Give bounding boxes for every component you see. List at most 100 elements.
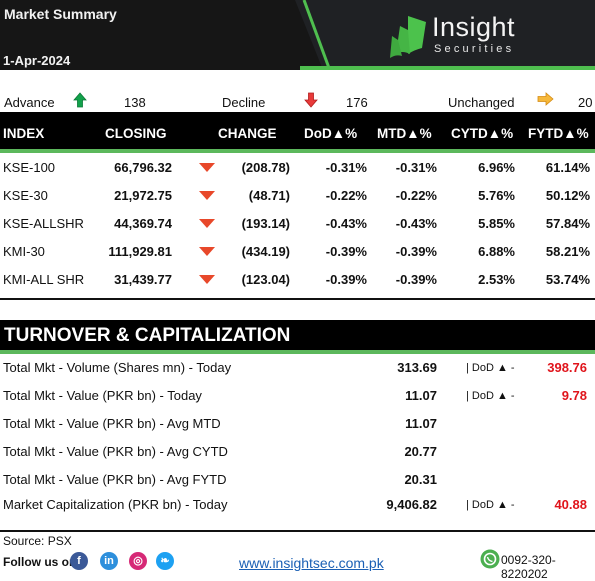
index-table-header: INDEX CLOSING CHANGE DoD▲% MTD▲% CYTD▲% … <box>0 112 595 149</box>
turnover-row: Total Mkt - Value (PKR bn) - Avg FYTD 20.… <box>0 469 595 491</box>
index-row: KSE-30 21,972.75 (48.71) -0.22% -0.22% 5.76% 5… <box>0 182 595 210</box>
closing-value: 111,929.81 <box>108 244 172 259</box>
header-accent-line <box>300 66 595 70</box>
dod-change-value: 9.78 <box>561 388 587 403</box>
advance-label: Advance <box>4 95 55 110</box>
brand-subtitle: Securities <box>434 43 515 55</box>
fytd-pct: 57.84% <box>545 216 590 231</box>
advance-value: 138 <box>124 95 146 110</box>
turnover-row: Total Mkt - Value (PKR bn) - Avg MTD 11.0… <box>0 413 595 435</box>
down-triangle-icon <box>199 163 215 172</box>
dod-pct: -0.22% <box>325 188 367 203</box>
dod-label: | DoD ▲ - <box>466 390 515 402</box>
linkedin-icon[interactable]: in <box>100 552 118 570</box>
dod-pct: -0.39% <box>325 272 367 287</box>
twitter-icon[interactable]: ❧ <box>156 552 174 570</box>
turnover-row: Total Mkt - Value (PKR bn) - Today 11.07 |… <box>0 385 595 407</box>
turnover-label: Total Mkt - Value (PKR bn) - Today <box>3 388 202 403</box>
index-row: KSE-ALLSHR 44,369.74 (193.14) -0.43% -0.43% 5… <box>0 210 595 238</box>
arrow-right-icon <box>537 92 554 106</box>
decline-value: 176 <box>346 95 368 110</box>
arrow-down-icon <box>304 92 318 108</box>
dod-pct: -0.31% <box>325 160 367 175</box>
turnover-label: Total Mkt - Value (PKR bn) - Avg MTD <box>3 416 221 431</box>
index-name: KMI-ALL SHR <box>3 272 85 287</box>
index-row: KMI-30 111,929.81 (434.19) -0.39% -0.39% 6.88… <box>0 238 595 266</box>
col-fytd: FYTD▲% <box>528 126 589 141</box>
whatsapp-icon[interactable] <box>480 549 500 569</box>
website-link[interactable]: www.insightsec.com.pk <box>239 555 384 571</box>
index-name: KSE-ALLSHR <box>3 216 84 231</box>
brand-logo: Insight Securities <box>388 12 528 60</box>
down-triangle-icon <box>199 275 215 284</box>
col-dod: DoD▲% <box>304 126 358 141</box>
report-date: 1-Apr-2024 <box>3 53 71 68</box>
turnover-value: 20.31 <box>404 472 437 487</box>
follow-label: Follow us on <box>3 555 77 569</box>
cytd-pct: 6.88% <box>478 244 515 259</box>
index-row: KSE-100 66,796.32 (208.78) -0.31% -0.31% 6.96… <box>0 154 595 182</box>
phone-number: 0092-320-8220202 <box>501 553 556 581</box>
mtd-pct: -0.43% <box>395 216 437 231</box>
turnover-value: 20.77 <box>404 444 437 459</box>
mtd-pct: -0.22% <box>395 188 437 203</box>
turnover-accent <box>0 350 595 354</box>
turnover-row: Total Mkt - Volume (Shares mn) - Today 31… <box>0 357 595 379</box>
closing-value: 21,972.75 <box>114 188 172 203</box>
turnover-label: Total Mkt - Value (PKR bn) - Avg CYTD <box>3 444 228 459</box>
change-value: (48.71) <box>248 188 290 203</box>
market-breadth: Advance 138 Decline 176 Unchanged 20 <box>0 91 595 113</box>
turnover-label: Market Capitalization (PKR bn) - Today <box>3 497 228 512</box>
fytd-pct: 61.14% <box>545 160 590 175</box>
mtd-pct: -0.31% <box>395 160 437 175</box>
dod-pct: -0.43% <box>325 216 367 231</box>
unchanged-value: 20 <box>578 95 593 110</box>
turnover-label: Total Mkt - Value (PKR bn) - Avg FYTD <box>3 472 227 487</box>
cytd-pct: 6.96% <box>478 160 515 175</box>
dod-label: | DoD ▲ - <box>466 499 515 511</box>
index-name: KSE-30 <box>3 188 48 203</box>
logo-leaf-icon <box>390 16 426 58</box>
change-value: (208.78) <box>241 160 290 175</box>
dod-change-value: 40.88 <box>554 497 587 512</box>
closing-value: 66,796.32 <box>114 160 172 175</box>
fytd-pct: 53.74% <box>545 272 590 287</box>
arrow-up-icon <box>73 92 87 108</box>
dod-label: | DoD ▲ - <box>466 362 515 374</box>
turnover-section-header: TURNOVER & CAPITALIZATION <box>0 320 595 350</box>
turnover-row: Total Mkt - Value (PKR bn) - Avg CYTD 20.… <box>0 441 595 463</box>
index-name: KMI-30 <box>3 244 45 259</box>
index-table-accent <box>0 149 595 153</box>
unchanged-label: Unchanged <box>448 95 515 110</box>
change-value: (193.14) <box>241 216 290 231</box>
fytd-pct: 58.21% <box>545 244 590 259</box>
dod-pct: -0.39% <box>325 244 367 259</box>
source-note: Source: PSX <box>3 534 72 548</box>
turnover-label: Total Mkt - Volume (Shares mn) - Today <box>3 360 232 375</box>
closing-value: 31,439.77 <box>114 272 172 287</box>
cytd-pct: 2.53% <box>478 272 515 287</box>
col-closing: CLOSING <box>105 126 167 141</box>
turnover-value: 11.07 <box>405 416 437 431</box>
cytd-pct: 5.85% <box>478 216 515 231</box>
down-triangle-icon <box>199 219 215 228</box>
index-row: KMI-ALL SHR 31,439.77 (123.04) -0.39% -0.39%… <box>0 266 595 294</box>
change-value: (434.19) <box>241 244 290 259</box>
down-triangle-icon <box>199 247 215 256</box>
mtd-pct: -0.39% <box>395 244 437 259</box>
footer: Source: PSX Follow us on f in ◎ ❧ www.insig… <box>0 533 595 581</box>
turnover-value: 313.69 <box>397 360 437 375</box>
page-title: Market Summary <box>4 6 117 22</box>
col-change: CHANGE <box>218 126 277 141</box>
facebook-icon[interactable]: f <box>70 552 88 570</box>
turnover-bottom-rule <box>0 530 595 532</box>
closing-value: 44,369.74 <box>114 216 172 231</box>
instagram-icon[interactable]: ◎ <box>129 552 147 570</box>
col-mtd: MTD▲% <box>377 126 432 141</box>
fytd-pct: 50.12% <box>545 188 590 203</box>
mtd-pct: -0.39% <box>395 272 437 287</box>
col-index: INDEX <box>3 126 45 141</box>
turnover-title: TURNOVER & CAPITALIZATION <box>4 325 291 346</box>
col-cytd: CYTD▲% <box>451 126 514 141</box>
header-slant-line <box>302 0 331 69</box>
